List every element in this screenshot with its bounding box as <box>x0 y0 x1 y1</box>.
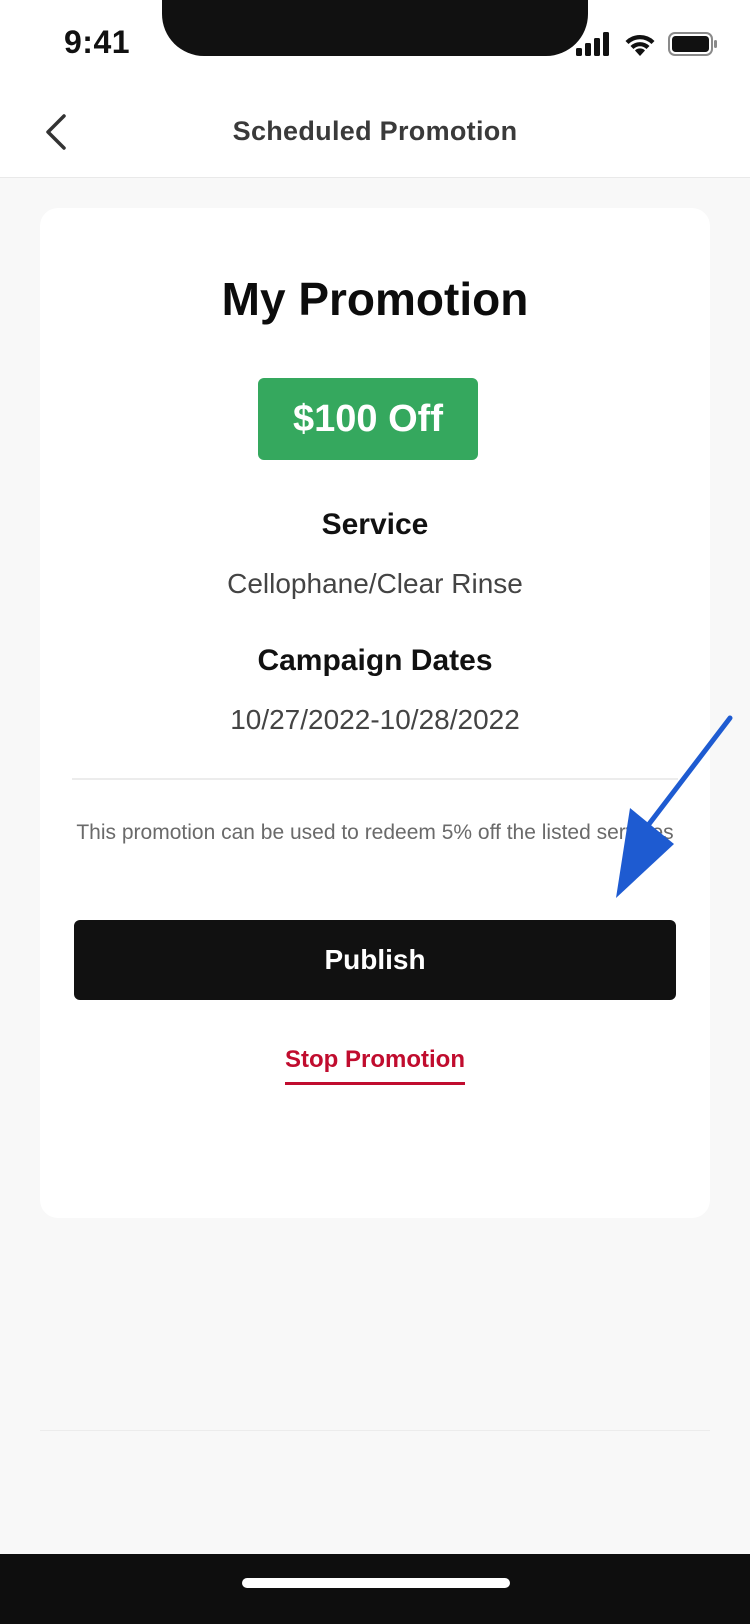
page-title: Scheduled Promotion <box>232 116 518 146</box>
promotion-description: This promotion can be used to redeem 5% … <box>76 821 674 844</box>
publish-button[interactable]: Publish <box>74 920 676 1000</box>
battery-icon <box>668 32 717 56</box>
home-indicator[interactable] <box>242 1578 510 1588</box>
stop-promotion-link[interactable]: Stop Promotion <box>285 1046 465 1085</box>
home-indicator-bar <box>0 1554 750 1624</box>
signal-icon <box>576 32 609 56</box>
stop-promotion-container: Stop Promotion <box>40 1046 710 1085</box>
bottom-divider <box>40 1430 710 1431</box>
campaign-dates-label: Campaign Dates <box>257 644 493 677</box>
top-navigation-bar: Scheduled Promotion <box>0 88 750 178</box>
discount-badge: $100 Off <box>258 378 478 460</box>
status-icons <box>576 30 718 58</box>
status-time: 9:41 <box>64 24 131 60</box>
wifi-icon <box>625 34 655 56</box>
service-label: Service <box>321 508 429 541</box>
promotion-title: My Promotion <box>221 273 529 325</box>
status-bar: 9:41 <box>0 0 750 88</box>
service-value: Cellophane/Clear Rinse <box>227 568 523 599</box>
card-divider <box>72 778 678 780</box>
device-notch <box>162 0 588 56</box>
phone-screen: 9:41 Scheduled Promotion My Promotion $1… <box>0 0 750 1624</box>
annotation-arrow-icon <box>616 715 733 898</box>
